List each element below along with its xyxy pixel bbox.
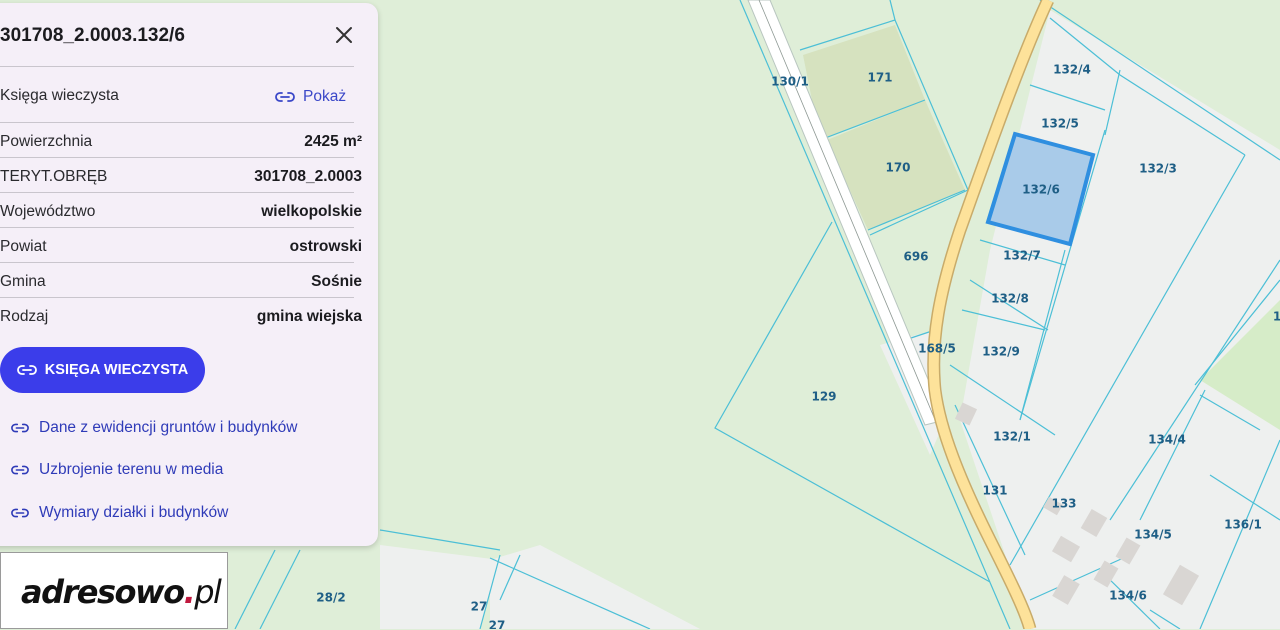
parcel-label: 129 <box>811 390 836 404</box>
parcel-label: 132/9 <box>982 345 1020 359</box>
row-value-type: gmina wiejska <box>256 308 362 325</box>
divider <box>0 122 354 123</box>
row-label-voivodeship: Województwo <box>0 203 96 220</box>
parcel-label: 27 <box>471 600 488 614</box>
link-icon <box>275 92 295 102</box>
logo-tld: pl <box>193 573 222 611</box>
parcel-label: 696 <box>903 250 928 264</box>
parcel-label: 134/5 <box>1134 528 1172 542</box>
row-value-teryt: 301708_2.0003 <box>254 168 362 185</box>
link-label: Wymiary działki i budynków <box>39 504 229 521</box>
link-dimensions[interactable]: Wymiary działki i budynków <box>11 504 228 522</box>
parcel-label: 1 <box>1273 310 1280 324</box>
parcel-label: 27 <box>489 619 506 630</box>
row-label-county: Powiat <box>0 238 47 255</box>
row-label-teryt: TERYT.OBRĘB <box>0 168 108 185</box>
close-icon[interactable] <box>332 23 356 47</box>
parcel-label: 171 <box>867 71 892 85</box>
link-land-records[interactable]: Dane z ewidencji gruntów i budynków <box>11 419 297 437</box>
adresowo-logo[interactable]: adresowo.pl <box>0 552 228 629</box>
parcel-label: 130/1 <box>771 75 809 89</box>
link-icon <box>16 365 37 375</box>
chain-link-icon <box>11 508 29 518</box>
logo-main-text: adresowo <box>21 573 184 611</box>
parcel-label: 133 <box>1051 497 1076 511</box>
land-register-button[interactable]: KSIĘGA WIECZYSTA <box>0 347 205 393</box>
land-register-button-label: KSIĘGA WIECZYSTA <box>44 362 189 378</box>
parcel-label: 170 <box>885 161 910 175</box>
link-label: Dane z ewidencji gruntów i budynków <box>39 419 298 436</box>
divider <box>0 297 354 298</box>
row-label-commune: Gmina <box>0 273 46 290</box>
parcel-label: 132/4 <box>1053 63 1091 77</box>
row-label-type: Rodzaj <box>0 308 49 325</box>
parcel-info-panel: 301708_2.0003.132/6 Księga wieczysta Pok… <box>0 3 378 546</box>
row-value-area: 2425 m² <box>304 133 362 150</box>
link-utilities[interactable]: Uzbrojenie terenu w media <box>11 461 223 479</box>
parcel-label: 28/2 <box>316 591 345 605</box>
parcel-label: 168/5 <box>918 342 956 356</box>
row-value-county: ostrowski <box>289 238 362 255</box>
kw-label: Księga wieczysta <box>0 87 119 104</box>
parcel-label: 132/6 <box>1022 183 1060 197</box>
divider <box>0 157 354 158</box>
parcel-label: 132/5 <box>1041 117 1079 131</box>
logo-dot: . <box>184 573 195 611</box>
divider <box>0 66 354 67</box>
link-label: Uzbrojenie terenu w media <box>39 461 224 478</box>
parcel-label: 132/8 <box>991 292 1029 306</box>
parcel-label: 132/3 <box>1139 162 1177 176</box>
row-label-area: Powierzchnia <box>0 133 93 150</box>
parcel-label: 134/6 <box>1109 589 1147 603</box>
parcel-label: 136/1 <box>1224 518 1262 532</box>
divider <box>0 192 354 193</box>
panel-title: 301708_2.0003.132/6 <box>0 25 185 46</box>
close-button[interactable] <box>332 23 356 47</box>
parcel-label: 131 <box>982 484 1007 498</box>
chain-link-icon <box>11 465 29 475</box>
row-value-commune: Sośnie <box>311 273 362 290</box>
parcel-label: 134/4 <box>1148 433 1186 447</box>
parcel-label: 132/7 <box>1003 249 1041 263</box>
chain-link-icon <box>11 423 29 433</box>
parcel-label: 132/1 <box>993 430 1031 444</box>
row-value-voivodeship: wielkopolskie <box>261 203 362 220</box>
kw-show-label: Pokaż <box>303 88 347 105</box>
kw-show-link[interactable]: Pokaż <box>275 88 346 106</box>
svg-text:adresowo.pl: adresowo.pl <box>21 573 222 611</box>
divider <box>0 262 354 263</box>
divider <box>0 227 354 228</box>
